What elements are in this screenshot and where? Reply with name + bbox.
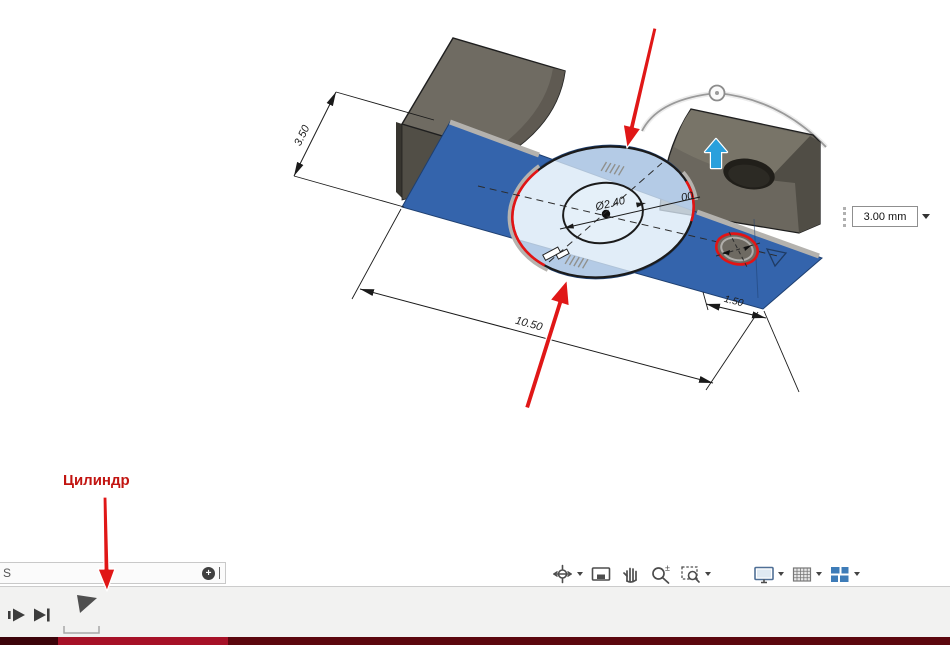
pan-icon	[623, 567, 637, 583]
progress-segment-dark	[0, 637, 58, 645]
grid-caret-icon	[816, 571, 822, 576]
window-zoom-caret-icon	[705, 571, 711, 576]
viewports-icon	[831, 566, 849, 582]
viewports-button[interactable]	[826, 561, 862, 587]
orbit-caret-icon	[577, 571, 583, 576]
annotation-arrow-bottom	[523, 279, 570, 410]
timeline-decorations	[63, 595, 100, 634]
text-cursor	[219, 567, 220, 579]
dimension-dropdown-button[interactable]	[918, 206, 934, 227]
display-settings-button[interactable]	[750, 561, 786, 587]
dialog-drag-handle[interactable]	[843, 206, 846, 227]
timeline-playhead-marker[interactable]	[77, 595, 97, 613]
video-progress-bar[interactable]	[0, 637, 950, 645]
look-at-icon	[591, 566, 611, 581]
viewports-caret-icon	[854, 571, 860, 576]
add-comment-icon[interactable]: +	[202, 566, 215, 580]
zoom-plus-minus-glyph: ±	[665, 563, 670, 573]
rotate-handle-dot	[715, 91, 719, 95]
dimension-input[interactable]	[852, 206, 918, 227]
look-at-button[interactable]	[587, 561, 615, 587]
orbit-button[interactable]	[549, 561, 585, 587]
display-settings-caret-icon	[778, 571, 784, 576]
chevron-down-icon	[922, 214, 930, 219]
pan-button[interactable]	[617, 561, 645, 587]
window-zoom-button[interactable]	[677, 561, 713, 587]
timeline-group-bracket	[63, 626, 100, 634]
navigation-toolbar: ±	[548, 560, 863, 587]
grid-icon	[792, 566, 812, 582]
orbit-icon	[553, 564, 572, 583]
annotation-arrow-top	[622, 26, 658, 149]
zoom-button[interactable]: ±	[647, 561, 675, 587]
window-zoom-icon	[681, 565, 700, 583]
comments-bar[interactable]: S +	[0, 562, 226, 584]
cad-viewport: Ø2.40 00 3.50 10.50 1.50	[292, 26, 828, 410]
cylinder-annotation-label: Цилиндр	[63, 472, 130, 489]
progress-segment-played	[58, 637, 228, 645]
timeline	[0, 588, 950, 637]
dimension-input-group	[843, 206, 934, 227]
comments-bar-text: S	[3, 566, 12, 580]
grid-and-snaps-button[interactable]	[788, 561, 824, 587]
display-settings-icon	[754, 566, 774, 583]
zoom-icon: ±	[652, 563, 670, 584]
app-window: Ø2.40 00 3.50 10.50 1.50 S + ± 3.00 mm Ц…	[0, 0, 950, 645]
